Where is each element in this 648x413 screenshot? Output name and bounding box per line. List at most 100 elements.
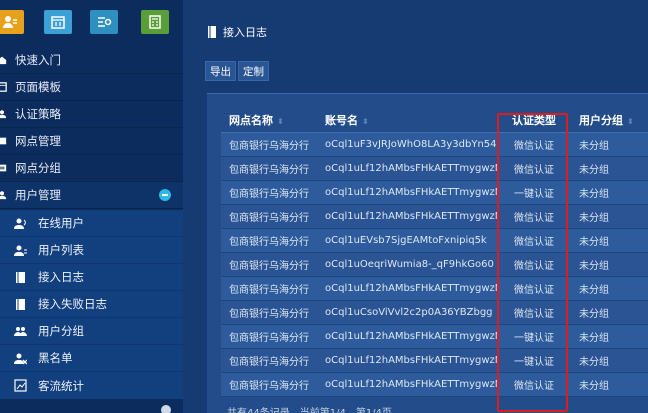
menu-item-user-management[interactable]: 用户管理 (0, 182, 183, 209)
expand-icon[interactable] (161, 405, 171, 413)
collapse-icon[interactable] (159, 189, 171, 201)
cell-user-group: 未分组 (571, 324, 648, 349)
menu-item-site-group[interactable]: 网点分组 (0, 155, 183, 182)
table-row[interactable]: 包商银行乌海分行 oCql1uLf12hAMbsFHkAETTmygwzM 微信认证… (221, 372, 648, 397)
cell-user-group: 未分组 (571, 252, 648, 277)
table-row[interactable]: 包商银行乌海分行 oCql1uLf12hAMbsFHkAETTmygwzM 微信认证… (221, 276, 648, 301)
sort-icon[interactable]: ⬍ (627, 117, 634, 126)
sidebar-item-label: 客流统计 (38, 378, 84, 393)
cell-account: oCql1uLf12hAMbsFHkAETTmygwzM (317, 204, 497, 229)
cell-auth-type: 微信认证 (497, 276, 571, 301)
column-header-auth-type[interactable]: 认证类型 (497, 108, 571, 133)
sidebar-item-user-list[interactable]: 用户列表 (0, 237, 183, 264)
sidebar-item-traffic-stats[interactable]: 客流统计 (0, 372, 183, 399)
fail-log-icon (13, 297, 27, 311)
cell-auth-type: 一键认证 (497, 348, 571, 373)
menu-item-label: 用户管理 (15, 188, 61, 202)
table-row[interactable]: 包商银行乌海分行 oCql1uF3vJRJoWhO8LA3y3dbYn54 微信认证… (221, 132, 648, 157)
cell-site-name: 包商银行乌海分行 (221, 276, 317, 301)
menu-item-label: 网点分组 (15, 161, 61, 175)
sidebar-item-user-group[interactable]: 用户分组 (0, 318, 183, 345)
log-book-icon (13, 270, 27, 284)
cell-site-name: 包商银行乌海分行 (221, 156, 317, 181)
menu-item-site-management[interactable]: 网点管理 (0, 128, 183, 155)
table-row[interactable]: 包商银行乌海分行 oCql1uEVsb7SjgEAMtoFxnipiq5k 微信认证… (221, 228, 648, 253)
cell-account: oCql1uCsoViVvl2c2p0A36YBZbgg (317, 300, 497, 325)
cell-site-name: 包商银行乌海分行 (221, 300, 317, 325)
cell-auth-type: 微信认证 (497, 132, 571, 157)
cell-account: oCql1uLf12hAMbsFHkAETTmygwzM (317, 276, 497, 301)
export-button[interactable]: 导出 (205, 61, 236, 81)
column-header-label: 认证类型 (512, 113, 556, 127)
sidebar-item-label: 接入失败日志 (38, 297, 107, 311)
cell-account: oCql1uLf12hAMbsFHkAETTmygwzM (317, 180, 497, 205)
menu-item-label: 快速入门 (15, 53, 61, 67)
page-header: 接入日志 (207, 24, 267, 40)
table-body: 包商银行乌海分行 oCql1uF3vJRJoWhO8LA3y3dbYn54 微信认证… (221, 132, 648, 397)
table-row[interactable]: 包商银行乌海分行 oCql1uLf12hAMbsFHkAETTmygwzM 微信认证… (221, 156, 648, 181)
table-row[interactable]: 包商银行乌海分行 oCql1uOeqriWumia8-_qF9hkGo60 微信认证… (221, 252, 648, 277)
table-row[interactable]: 包商银行乌海分行 oCql1uLf12hAMbsFHkAETTmygwzM 一键认证… (221, 324, 648, 349)
sidebar-item-access-log[interactable]: 接入日志 (0, 264, 183, 291)
user-shield-icon (0, 107, 7, 121)
sidebar-item-blacklist[interactable]: 黑名单 (0, 345, 183, 372)
user-badge-icon[interactable] (0, 10, 24, 34)
sidebar-item-label: 黑名单 (38, 351, 73, 365)
cell-auth-type: 一键认证 (497, 324, 571, 349)
main-menu: 快速入门 页面模板 认证策略 网点管理 网点分组 用户管理 (0, 47, 183, 209)
calendar-icon[interactable] (44, 10, 72, 34)
chart-icon (13, 379, 27, 393)
column-header-site-name[interactable]: 网点名称 ⬍ (221, 108, 317, 133)
cell-account: oCql1uEVsb7SjgEAMtoFxnipiq5k (317, 228, 497, 253)
cell-site-name: 包商银行乌海分行 (221, 204, 317, 229)
menu-item-label: 页面模板 (15, 80, 61, 94)
log-book-icon (208, 26, 216, 38)
sidebar-item-label: 用户列表 (38, 243, 84, 257)
menu-item-auth-policy[interactable]: 认证策略 (0, 101, 183, 128)
calculator-icon[interactable] (141, 10, 169, 34)
pagination-info: 共有44条记录，当前第1/4，第1/4页 (227, 404, 392, 413)
home-icon (0, 53, 7, 67)
cell-user-group: 未分组 (571, 156, 648, 181)
table-row[interactable]: 包商银行乌海分行 oCql1uLf12hAMbsFHkAETTmygwzM 微信认证… (221, 204, 648, 229)
blacklist-icon (13, 351, 27, 365)
cell-site-name: 包商银行乌海分行 (221, 324, 317, 349)
sidebar-item-access-fail-log[interactable]: 接入失败日志 (0, 291, 183, 318)
user-management-submenu: 在线用户 用户列表 接入日志 接入失败日志 用户分组 黑名单 客流统计 (0, 210, 183, 399)
cell-account: oCql1uLf12hAMbsFHkAETTmygwzM (317, 372, 497, 397)
table-row[interactable]: 包商银行乌海分行 oCql1uLf12hAMbsFHkAETTmygwzM 一键认证… (221, 348, 648, 373)
column-header-account[interactable]: 账号名 ⬍ (317, 108, 497, 133)
toolbar: 导出 定制 (205, 61, 271, 81)
column-header-label: 网点名称 (229, 113, 273, 127)
sort-icon[interactable]: ⬍ (277, 117, 284, 126)
menu-item-quick-start[interactable]: 快速入门 (0, 47, 183, 74)
cell-user-group: 未分组 (571, 204, 648, 229)
sort-icon[interactable]: ⬍ (362, 117, 369, 126)
user-group-icon (13, 324, 27, 338)
menu-item-page-template[interactable]: 页面模板 (0, 74, 183, 101)
cell-site-name: 包商银行乌海分行 (221, 372, 317, 397)
column-header-user-group[interactable]: 用户分组 ⬍ (571, 108, 648, 133)
page-title: 接入日志 (223, 26, 267, 39)
cell-site-name: 包商银行乌海分行 (221, 132, 317, 157)
main-content: 接入日志 导出 定制 网点名称 ⬍ 账号名 ⬍ 认证类型 用户分组 ⬍ 包商银行乌海分… (183, 0, 648, 413)
cell-auth-type: 微信认证 (497, 156, 571, 181)
table-panel: 网点名称 ⬍ 账号名 ⬍ 认证类型 用户分组 ⬍ 包商银行乌海分行 oCql1uF3vJ… (207, 93, 648, 413)
table-row[interactable]: 包商银行乌海分行 oCql1uCsoViVvl2c2p0A36YBZbgg 微信认证… (221, 300, 648, 325)
settings-list-icon[interactable] (90, 10, 118, 34)
cell-user-group: 未分组 (571, 348, 648, 373)
cell-user-group: 未分组 (571, 300, 648, 325)
cell-user-group: 未分组 (571, 132, 648, 157)
cell-auth-type: 微信认证 (497, 372, 571, 397)
customize-button[interactable]: 定制 (238, 61, 269, 81)
table-row[interactable]: 包商银行乌海分行 oCql1uLf12hAMbsFHkAETTmygwzM 一键认证… (221, 180, 648, 205)
group-icon (0, 161, 7, 175)
cell-site-name: 包商银行乌海分行 (221, 348, 317, 373)
sidebar-partial-item (0, 401, 183, 413)
online-user-icon (13, 216, 27, 230)
sidebar-item-online-users[interactable]: 在线用户 (0, 210, 183, 237)
table-header-row: 网点名称 ⬍ 账号名 ⬍ 认证类型 用户分组 ⬍ (221, 108, 648, 133)
cell-user-group: 未分组 (571, 228, 648, 253)
cell-account: oCql1uOeqriWumia8-_qF9hkGo60 (317, 252, 497, 277)
column-header-label: 账号名 (325, 113, 358, 127)
